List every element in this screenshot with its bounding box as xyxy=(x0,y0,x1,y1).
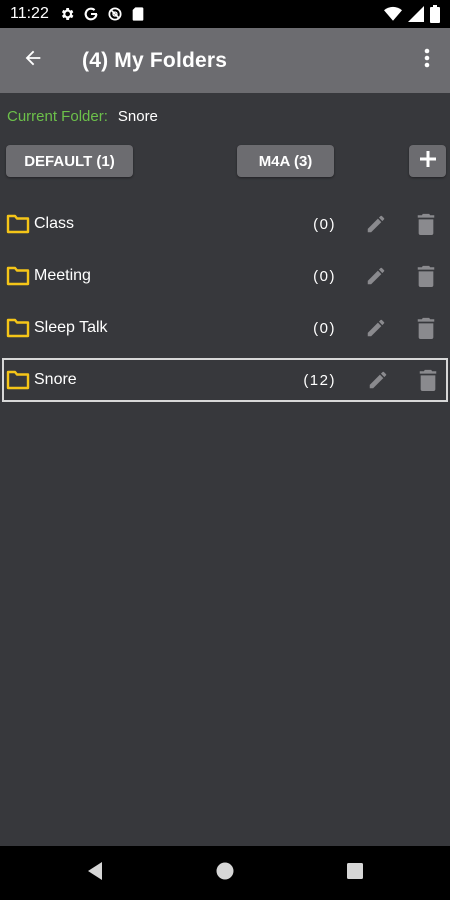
cell-signal-icon xyxy=(408,6,424,22)
delete-icon[interactable] xyxy=(414,264,438,288)
folder-name: Snore xyxy=(34,371,77,388)
current-folder: Current Folder: Snore xyxy=(7,104,158,128)
delete-icon[interactable] xyxy=(414,316,438,340)
overflow-menu-button[interactable] xyxy=(404,28,450,93)
settings-icon xyxy=(59,6,75,22)
circle-home-icon xyxy=(215,861,235,886)
folder-count: (0) xyxy=(313,215,336,233)
folder-count: (12) xyxy=(303,371,336,389)
folder-list: Class (0) Meeting (0) Sleep Talk (0) Sno… xyxy=(0,198,450,406)
battery-icon xyxy=(430,5,440,23)
edit-icon[interactable] xyxy=(366,368,390,392)
nav-home-button[interactable] xyxy=(205,853,245,893)
status-time: 11:22 xyxy=(10,5,49,22)
data-saver-icon xyxy=(107,6,123,22)
app-bar: (4) My Folders xyxy=(0,28,450,93)
status-bar: 11:22 xyxy=(0,0,450,28)
square-recents-icon xyxy=(346,862,364,885)
edit-icon[interactable] xyxy=(364,316,388,340)
delete-icon[interactable] xyxy=(414,212,438,236)
arrow-back-icon xyxy=(22,47,44,74)
folder-row-sleep-talk[interactable]: Sleep Talk (0) xyxy=(0,302,450,354)
edit-icon[interactable] xyxy=(364,212,388,236)
default-folder-button[interactable]: DEFAULT (1) xyxy=(6,145,133,177)
folder-row-class[interactable]: Class (0) xyxy=(0,198,450,250)
google-icon xyxy=(83,6,99,22)
m4a-format-button[interactable]: M4A (3) xyxy=(237,145,334,177)
folder-icon xyxy=(6,370,30,390)
folder-name: Class xyxy=(34,215,75,232)
folder-row-snore[interactable]: Snore (12) xyxy=(2,358,448,402)
folder-row-meeting[interactable]: Meeting (0) xyxy=(0,250,450,302)
current-folder-label: Current Folder: xyxy=(7,107,108,125)
plus-icon xyxy=(418,149,438,173)
edit-icon[interactable] xyxy=(364,264,388,288)
delete-icon[interactable] xyxy=(416,368,440,392)
nav-back-button[interactable] xyxy=(75,853,115,893)
page-title: (4) My Folders xyxy=(82,48,228,72)
wifi-icon xyxy=(384,6,402,22)
folder-icon xyxy=(6,266,30,286)
sd-card-icon xyxy=(131,6,145,22)
triangle-back-icon xyxy=(86,861,104,886)
folder-count: (0) xyxy=(313,267,336,285)
folder-icon xyxy=(6,214,30,234)
folder-count: (0) xyxy=(313,319,336,337)
add-folder-button[interactable] xyxy=(409,145,446,177)
folder-name: Meeting xyxy=(34,267,91,284)
folder-name: Sleep Talk xyxy=(34,319,108,336)
more-vert-icon xyxy=(424,48,430,73)
nav-recents-button[interactable] xyxy=(335,853,375,893)
back-button[interactable] xyxy=(0,28,66,93)
folder-icon xyxy=(6,318,30,338)
system-nav-bar xyxy=(0,846,450,900)
current-folder-value: Snore xyxy=(117,107,158,125)
